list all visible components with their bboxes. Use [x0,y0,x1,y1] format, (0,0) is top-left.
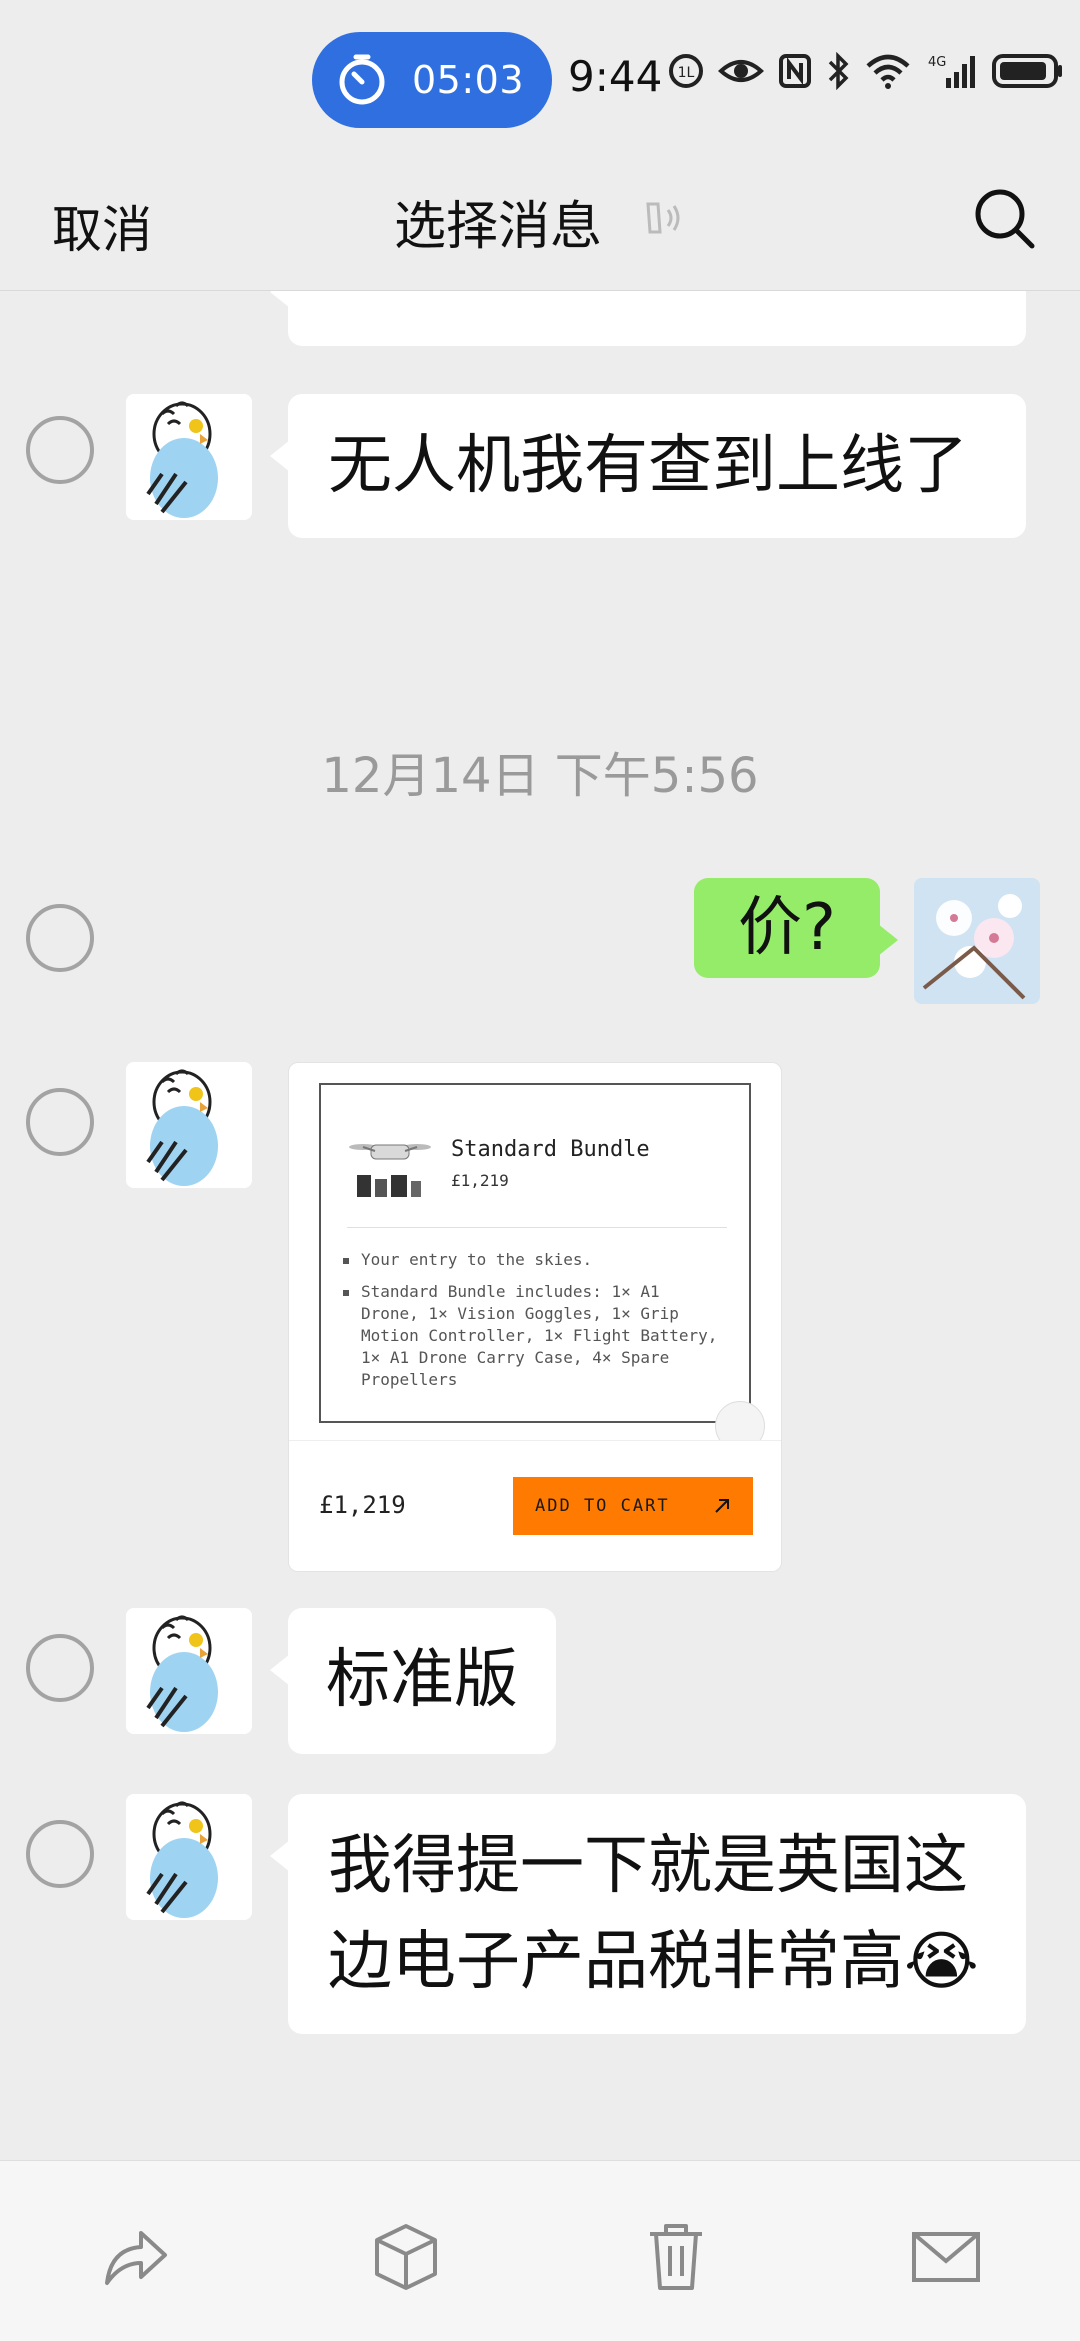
delete-icon [650,2224,702,2290]
product-preview: Standard Bundle £1,219 Your entry to the… [319,1083,751,1423]
message-bubble[interactable]: 无人机我有查到上线了 [270,394,1026,538]
email-button[interactable] [906,2217,986,2297]
avatar [126,394,252,520]
clock: 9:44 [568,52,663,101]
budgie-avatar-icon [126,1608,252,1734]
voice-icon [646,202,680,234]
message-text: 无人机我有查到上线了 [328,429,968,503]
svg-text:1L: 1L [678,65,695,81]
message-bubble-clipped [270,290,1026,346]
arrow-up-right-icon [715,1499,729,1513]
bullet-text: Standard Bundle includes: 1× A1 Drone, 1… [361,1282,718,1389]
budgie-avatar-icon [126,394,252,520]
avatar [126,1794,252,1920]
message-bubble[interactable]: 标准版 [270,1608,556,1754]
status-icons: 1L 4G [668,52,1064,90]
delete-button[interactable] [636,2217,716,2297]
wifi-icon [866,54,910,89]
avatar [126,1062,252,1188]
bullet-item: Your entry to the skies. [343,1249,727,1271]
favorite-button[interactable] [366,2217,446,2297]
email-icon [912,2232,980,2282]
footer-price: £1,219 [319,1491,406,1519]
bullet-item: Standard Bundle includes: 1× A1 Drone, 1… [343,1281,727,1391]
select-checkbox[interactable] [26,1820,94,1888]
product-card[interactable]: Standard Bundle £1,219 Your entry to the… [288,1062,782,1572]
nfc-icon [779,54,811,88]
battery-icon [992,54,1062,88]
select-checkbox[interactable] [26,904,94,972]
status-bar: 05:03 9:44 1L 4G [0,0,1080,150]
eye-icon [718,60,764,82]
network-type-label: 4G [928,55,946,70]
forward-button[interactable] [96,2217,176,2297]
message-text: 我得提一下就是英国这边电子产品税非常高😭 [328,1829,979,1999]
card-footer: £1,219 ADD TO CART [289,1440,781,1571]
timestamp: 12月14日 下午5:56 [321,748,759,804]
cellular-signal-icon: 4G [928,55,975,88]
page-title: 选择消息 [394,197,603,257]
avatar [126,1608,252,1734]
budgie-avatar-icon [126,1062,252,1188]
bottom-toolbar [0,2160,1080,2341]
drone-product-image [349,1144,431,1197]
avatar-self [914,878,1040,1004]
message-text: 价? [738,891,836,965]
timer-icon [339,54,385,105]
message-text: 标准版 [326,1643,518,1717]
hd-call-icon: 1L [669,54,703,88]
cherry-blossom-avatar-icon [914,878,1040,1004]
call-timer-pill[interactable]: 05:03 [312,32,552,128]
select-checkbox[interactable] [26,1634,94,1702]
cancel-button[interactable]: 取消 [52,190,152,262]
search-icon[interactable] [972,186,1038,252]
nav-header: 取消 选择消息 [0,150,1080,291]
favorite-icon [375,2224,437,2290]
budgie-avatar-icon [126,1794,252,1920]
select-checkbox[interactable] [26,1088,94,1156]
bluetooth-icon [828,52,849,90]
product-price: £1,219 [451,1171,509,1190]
product-title: Standard Bundle [451,1137,650,1162]
select-checkbox[interactable] [26,416,94,484]
chat-area[interactable]: 无人机我有查到上线了 12月14日 下午5:56 价? Standard Bun… [0,290,1080,2160]
message-bubble-outgoing[interactable]: 价? [694,878,898,978]
add-to-cart-label: ADD TO CART [535,1496,670,1516]
bullet-text: Your entry to the skies. [361,1250,593,1269]
divider [347,1227,727,1228]
forward-icon [105,2231,167,2285]
timer-text: 05:03 [412,58,525,102]
message-bubble[interactable]: 我得提一下就是英国这边电子产品税非常高😭 [270,1794,1026,2034]
add-to-cart-button[interactable]: ADD TO CART [513,1477,753,1535]
